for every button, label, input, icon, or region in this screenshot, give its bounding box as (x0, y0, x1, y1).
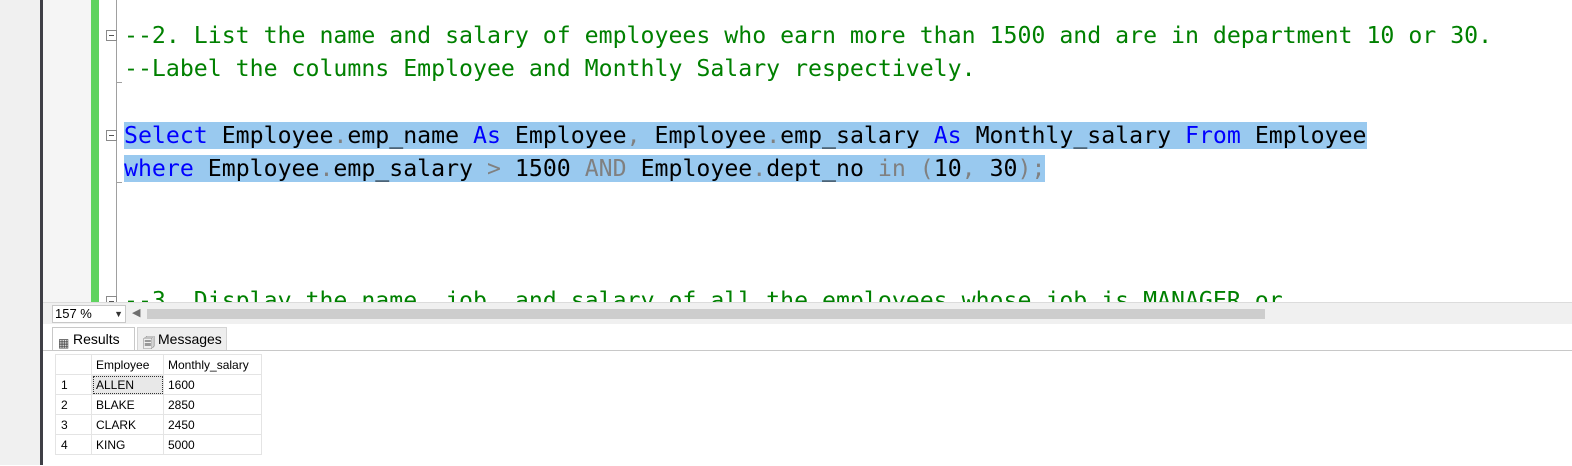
cell-salary[interactable]: 5000 (163, 434, 262, 455)
comment-text: --3. Display the name, job, and salary o… (124, 287, 1283, 302)
comment-line: --3. Display the name, job, and salary o… (124, 286, 1283, 302)
horizontal-scrollbar-thumb[interactable] (147, 309, 1265, 319)
sql-token: 10 (933, 155, 962, 182)
sql-token: Employee (500, 122, 627, 149)
table-row[interactable]: 4 KING 5000 (55, 434, 262, 455)
editor-margin (43, 0, 91, 302)
row-number-header[interactable] (55, 354, 92, 375)
sql-operator: . (752, 155, 767, 182)
sql-operator: . (333, 122, 348, 149)
code-line-select: Select Employee.emp_name As Employee, Em… (124, 121, 1367, 151)
outline-tick (116, 82, 122, 83)
collapse-icon[interactable] (106, 130, 117, 141)
zoom-value: 157 % (55, 306, 92, 321)
scroll-left-icon[interactable]: ◀ (132, 306, 140, 319)
editor-statusbar: 157 % ▼ ◀ (43, 302, 1572, 324)
cell-employee[interactable]: ALLEN (91, 374, 164, 395)
cell-employee[interactable]: KING (91, 434, 164, 455)
query-editor[interactable]: --2. List the name and salary of employe… (99, 0, 1572, 302)
sql-operator: . (766, 122, 781, 149)
comment-text: --2. List the name and salary of employe… (124, 22, 1493, 49)
cell-employee[interactable]: BLAKE (91, 394, 164, 415)
table-row[interactable]: 2 BLAKE 2850 (55, 394, 262, 415)
sql-keyword: As (933, 122, 962, 149)
sql-token: emp_name (347, 122, 474, 149)
sql-keyword: Select (124, 122, 208, 149)
left-window-frame (0, 0, 40, 465)
results-tabs: ▦ Results 🗐 Messages (43, 325, 1572, 351)
sql-operator: . (319, 155, 334, 182)
table-row[interactable]: 3 CLARK 2450 (55, 414, 262, 435)
row-number[interactable]: 1 (55, 374, 92, 395)
collapse-icon[interactable] (106, 30, 117, 41)
sql-token: Employee (193, 155, 320, 182)
sql-token: emp_salary (780, 122, 934, 149)
row-number[interactable]: 3 (55, 414, 92, 435)
table-row[interactable]: 1 ALLEN 1600 (55, 374, 262, 395)
sql-operator: AND (584, 155, 627, 182)
outline-tick (116, 182, 122, 183)
cell-salary[interactable]: 1600 (163, 374, 262, 395)
comment-line: --2. List the name and salary of employe… (124, 21, 1492, 51)
zoom-dropdown[interactable]: 157 % ▼ (52, 305, 126, 323)
sql-token: Employee (207, 122, 334, 149)
sql-keyword: As (473, 122, 501, 149)
grid-header-row: Employee Monthly_salary (55, 354, 262, 375)
column-header[interactable]: Employee (91, 354, 164, 375)
tab-messages[interactable]: 🗐 Messages (137, 327, 227, 351)
results-grid[interactable]: Employee Monthly_salary 1 ALLEN 1600 2 B… (55, 354, 262, 455)
selected-text: Select Employee.emp_name As Employee, Em… (124, 122, 1367, 149)
sql-operator: ( (905, 155, 934, 182)
cell-salary[interactable]: 2850 (163, 394, 262, 415)
sql-token: dept_no (766, 155, 878, 182)
code-line-where: where Employee.emp_salary > 1500 AND Emp… (124, 154, 1046, 184)
selected-text: where Employee.emp_salary > 1500 AND Emp… (124, 155, 1046, 182)
sql-keyword: From (1185, 122, 1241, 149)
chevron-down-icon: ▼ (114, 309, 123, 319)
results-grid-area: Employee Monthly_salary 1 ALLEN 1600 2 B… (43, 350, 1572, 466)
sql-operator: in (877, 155, 906, 182)
outline-guide (116, 0, 117, 302)
sql-operator: ); (1017, 155, 1046, 182)
sql-token: emp_salary (333, 155, 487, 182)
tab-label: Messages (158, 331, 222, 347)
sql-keyword: where (124, 155, 194, 182)
comment-line: --Label the columns Employee and Monthly… (124, 54, 976, 84)
sql-token: 30 (989, 155, 1018, 182)
change-tracking-bar (91, 0, 99, 302)
cell-salary[interactable]: 2450 (163, 414, 262, 435)
sql-token: Employee (1240, 122, 1367, 149)
column-header[interactable]: Monthly_salary (163, 354, 262, 375)
row-number[interactable]: 2 (55, 394, 92, 415)
sql-token: Employee (640, 122, 767, 149)
sql-operator: , (961, 155, 990, 182)
cell-employee[interactable]: CLARK (91, 414, 164, 435)
sql-token: Employee (626, 155, 753, 182)
row-number[interactable]: 4 (55, 434, 92, 455)
sql-token: Monthly_salary (961, 122, 1186, 149)
comment-text: --Label the columns Employee and Monthly… (124, 55, 976, 82)
tab-label: Results (73, 331, 120, 347)
tab-results[interactable]: ▦ Results (52, 327, 135, 351)
sql-operator: > (486, 155, 501, 182)
sql-token: 1500 (500, 155, 585, 182)
sql-operator: , (626, 122, 641, 149)
